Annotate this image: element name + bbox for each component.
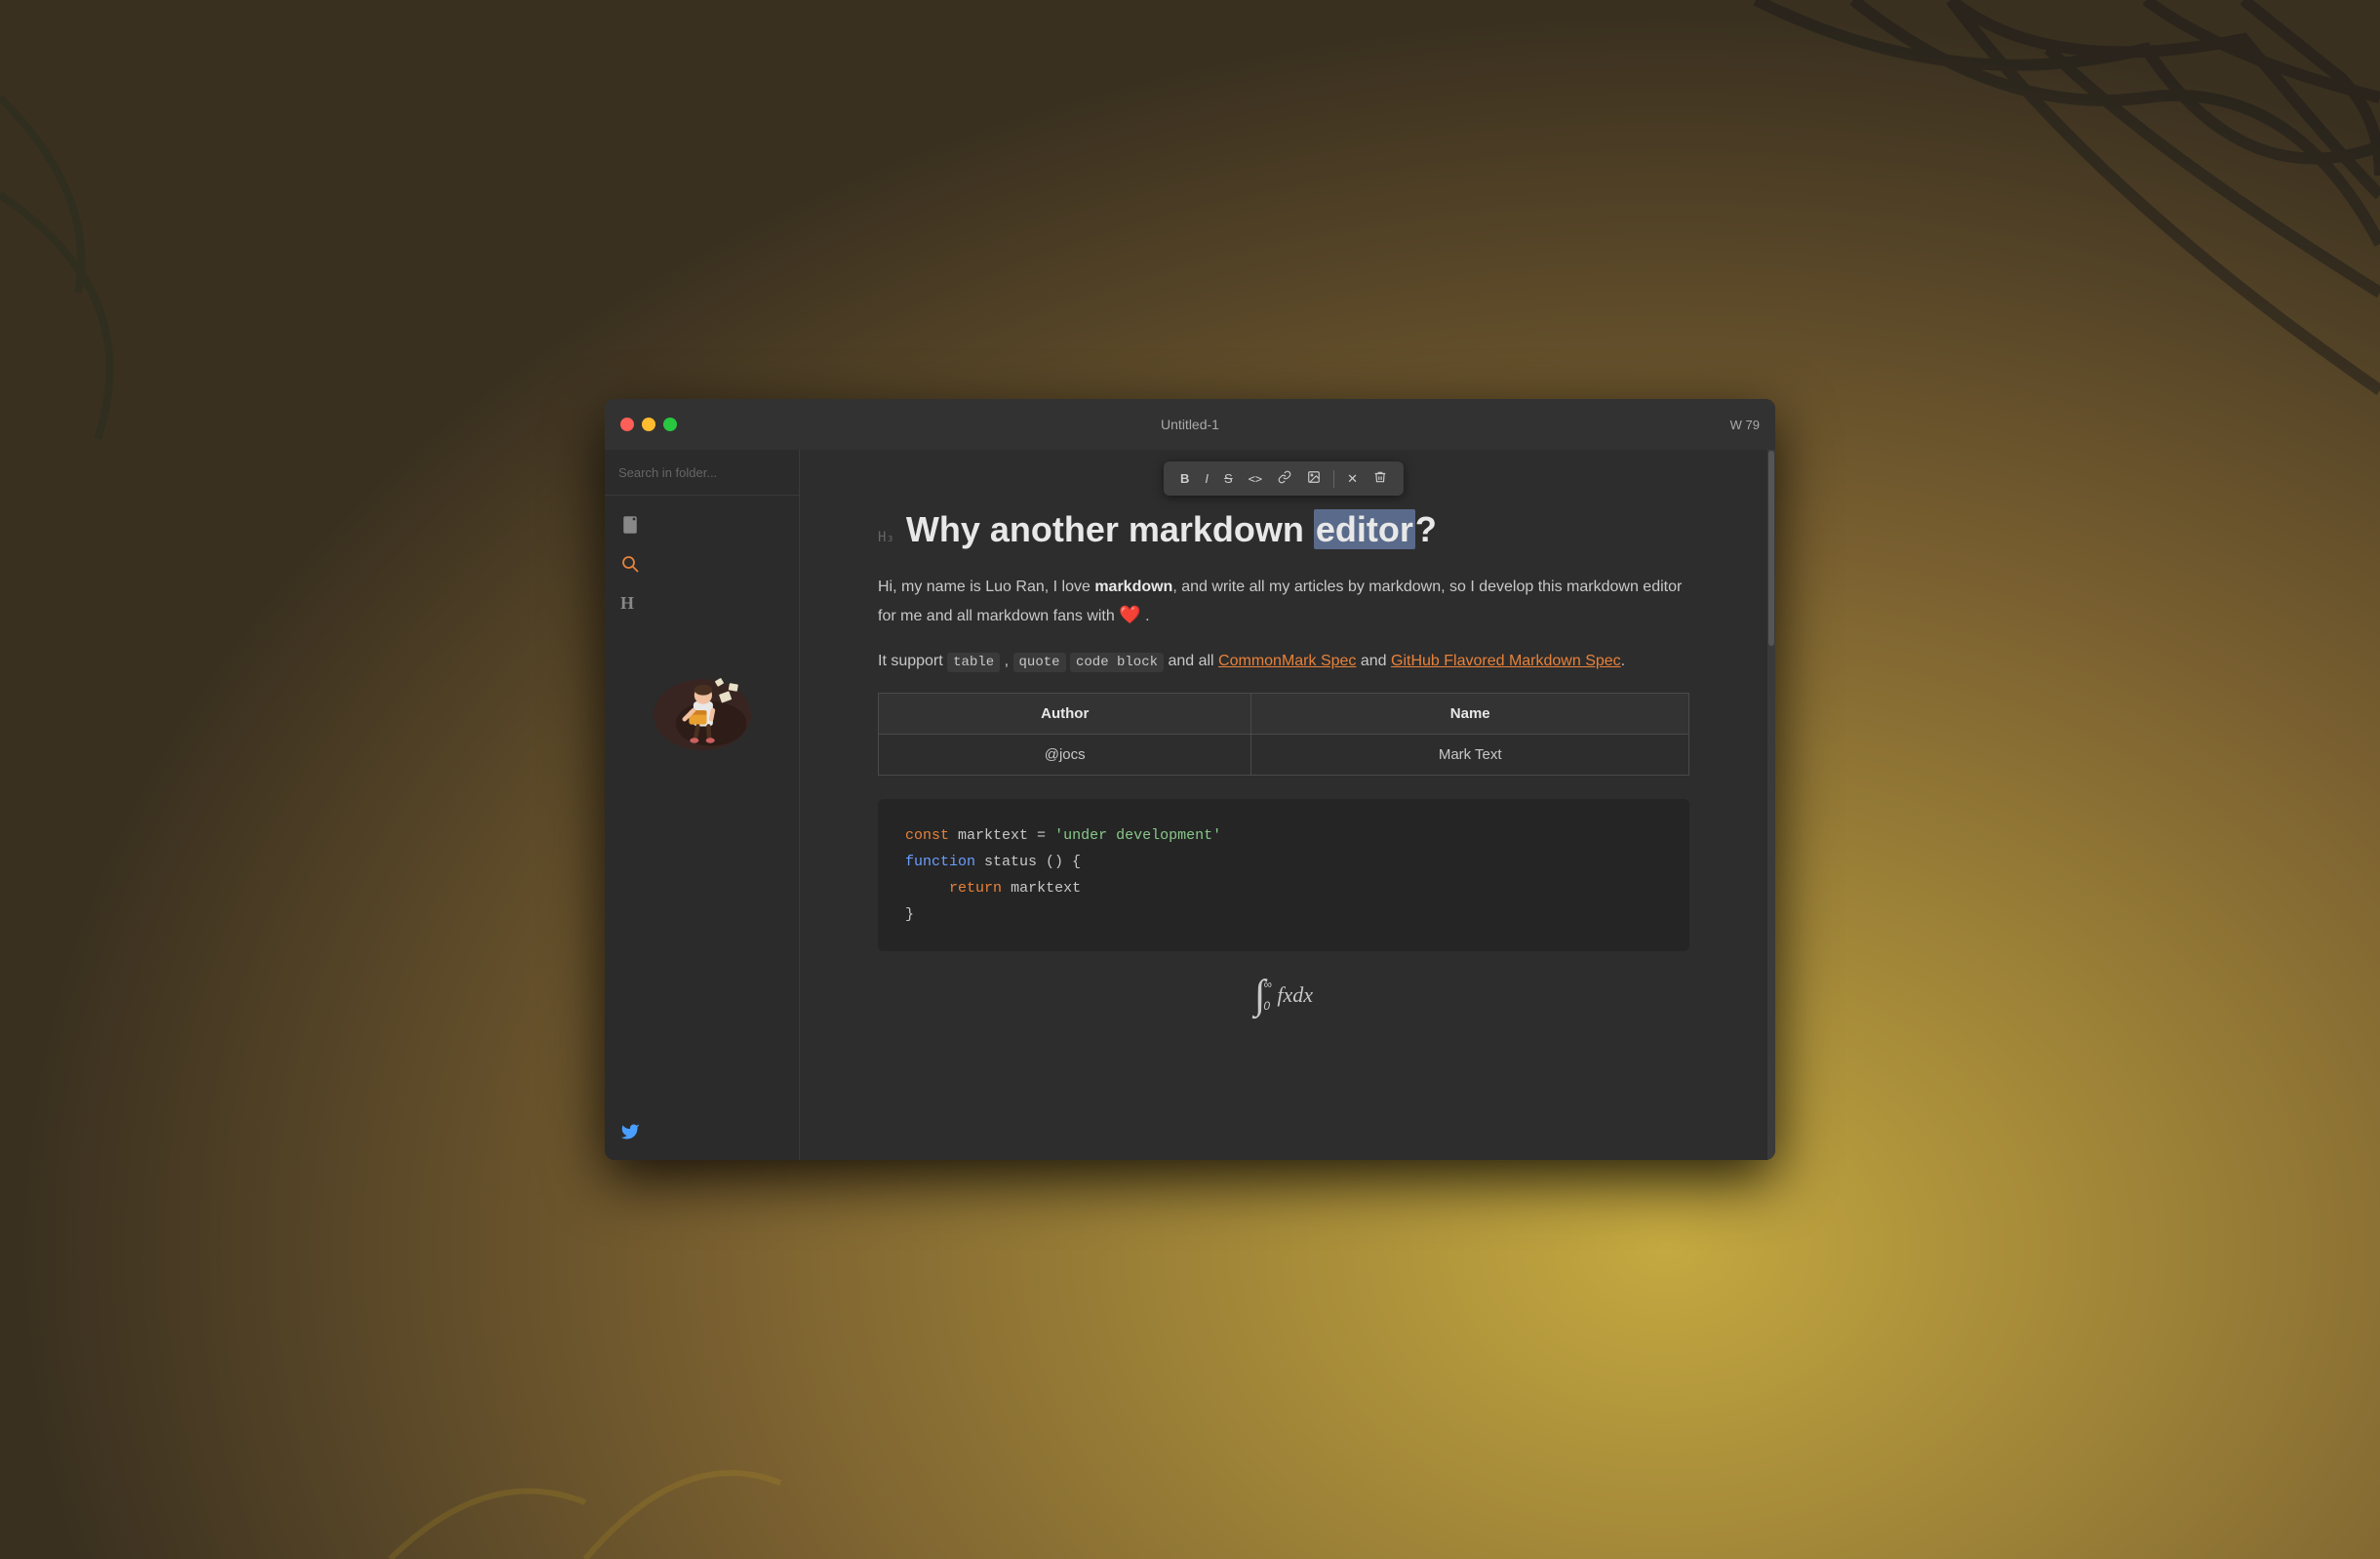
editor-content[interactable]: H₃ Why another markdown editor? Hi, my n… bbox=[800, 450, 1767, 1160]
table-header-name: Name bbox=[1251, 693, 1689, 734]
inline-code-codeblock: code block bbox=[1070, 653, 1164, 672]
link-button[interactable] bbox=[1271, 466, 1298, 491]
strikethrough-button[interactable]: S bbox=[1217, 467, 1240, 490]
code-block: const marktext = 'under development' fun… bbox=[878, 799, 1689, 951]
code-string-value: 'under development' bbox=[1054, 827, 1221, 844]
traffic-lights bbox=[620, 418, 677, 431]
heading-line: H₃ Why another markdown editor? bbox=[878, 508, 1689, 550]
code-var-marktext: marktext = bbox=[958, 827, 1054, 844]
maximize-button[interactable] bbox=[663, 418, 677, 431]
close-button[interactable] bbox=[620, 418, 634, 431]
integral-expression: fxdx bbox=[1277, 982, 1313, 1008]
code-keyword-function: function bbox=[905, 854, 975, 870]
sidebar-illustration bbox=[634, 653, 771, 750]
main-heading: Why another markdown editor? bbox=[906, 508, 1437, 550]
markdown-table: Author Name @jocs Mark Text bbox=[878, 693, 1689, 776]
heart-emoji: ❤️ bbox=[1119, 605, 1140, 624]
code-line-1: const marktext = 'under development' bbox=[905, 822, 1662, 849]
paragraph-1: Hi, my name is Luo Ran, I love markdown,… bbox=[878, 574, 1689, 630]
code-line-2: function status () { bbox=[905, 849, 1662, 875]
table-row: @jocs Mark Text bbox=[879, 734, 1689, 775]
window-title: Untitled-1 bbox=[1161, 417, 1219, 432]
sidebar-item-files[interactable] bbox=[605, 507, 799, 542]
sidebar-item-search[interactable] bbox=[605, 546, 799, 581]
sidebar: ⌕ H bbox=[605, 450, 800, 1160]
heading-text-after: ? bbox=[1415, 509, 1437, 549]
minimize-button[interactable] bbox=[642, 418, 655, 431]
inline-code-quote: quote bbox=[1013, 653, 1066, 672]
paragraph-2: It support table , quote code block and … bbox=[878, 648, 1689, 675]
code-indent bbox=[905, 880, 940, 897]
word-count: W 79 bbox=[1730, 418, 1760, 432]
image-button[interactable] bbox=[1300, 466, 1328, 491]
sidebar-nav: H bbox=[605, 496, 799, 633]
bold-button[interactable]: B bbox=[1173, 467, 1196, 490]
heading-label: H₃ bbox=[878, 530, 894, 545]
code-line-3: return marktext bbox=[905, 875, 1662, 901]
headings-label: H bbox=[620, 593, 634, 614]
code-return-val: marktext bbox=[1011, 880, 1081, 897]
sidebar-item-headings[interactable]: H bbox=[605, 585, 799, 621]
math-formula: ∫ ∞ 0 fxdx bbox=[1254, 975, 1313, 1016]
code-keyword-const: const bbox=[905, 827, 949, 844]
scrollbar-track[interactable] bbox=[1767, 450, 1775, 1160]
commonmark-link[interactable]: CommonMark Spec bbox=[1218, 653, 1356, 669]
main-layout: ⌕ H bbox=[605, 450, 1775, 1160]
app-window: Untitled-1 W 79 ⌕ bbox=[605, 399, 1775, 1160]
search-input[interactable] bbox=[618, 465, 790, 480]
table-header-author: Author bbox=[879, 693, 1251, 734]
erase-button[interactable] bbox=[1367, 466, 1394, 491]
integral-lower: 0 bbox=[1263, 999, 1270, 1013]
table-cell-author: @jocs bbox=[879, 734, 1251, 775]
remove-format-button[interactable]: ✕ bbox=[1340, 467, 1365, 491]
sidebar-search: ⌕ bbox=[605, 450, 799, 496]
code-line-4: } bbox=[905, 901, 1662, 928]
code-func-name: status () { bbox=[984, 854, 1081, 870]
math-block: ∫ ∞ 0 fxdx bbox=[878, 975, 1689, 1016]
inline-code-button[interactable]: <> bbox=[1242, 468, 1269, 490]
integral-upper: ∞ bbox=[1263, 978, 1272, 991]
toolbar-separator bbox=[1333, 470, 1334, 488]
format-toolbar: B I S <> bbox=[1164, 461, 1404, 496]
scrollbar-thumb[interactable] bbox=[1768, 451, 1774, 646]
editor-area[interactable]: B I S <> bbox=[800, 450, 1767, 1160]
inline-code-table: table bbox=[947, 653, 1000, 672]
twitter-link[interactable] bbox=[605, 1108, 799, 1160]
heading-text-before: Why another markdown bbox=[906, 509, 1314, 549]
italic-button[interactable]: I bbox=[1198, 467, 1215, 490]
code-closing-brace: } bbox=[905, 906, 914, 923]
title-bar: Untitled-1 W 79 bbox=[605, 399, 1775, 450]
table-cell-name: Mark Text bbox=[1251, 734, 1689, 775]
code-keyword-return: return bbox=[949, 880, 1002, 897]
heading-selected-word: editor bbox=[1314, 509, 1415, 549]
gfm-link[interactable]: GitHub Flavored Markdown Spec bbox=[1391, 653, 1621, 669]
bold-text: markdown bbox=[1094, 579, 1172, 595]
